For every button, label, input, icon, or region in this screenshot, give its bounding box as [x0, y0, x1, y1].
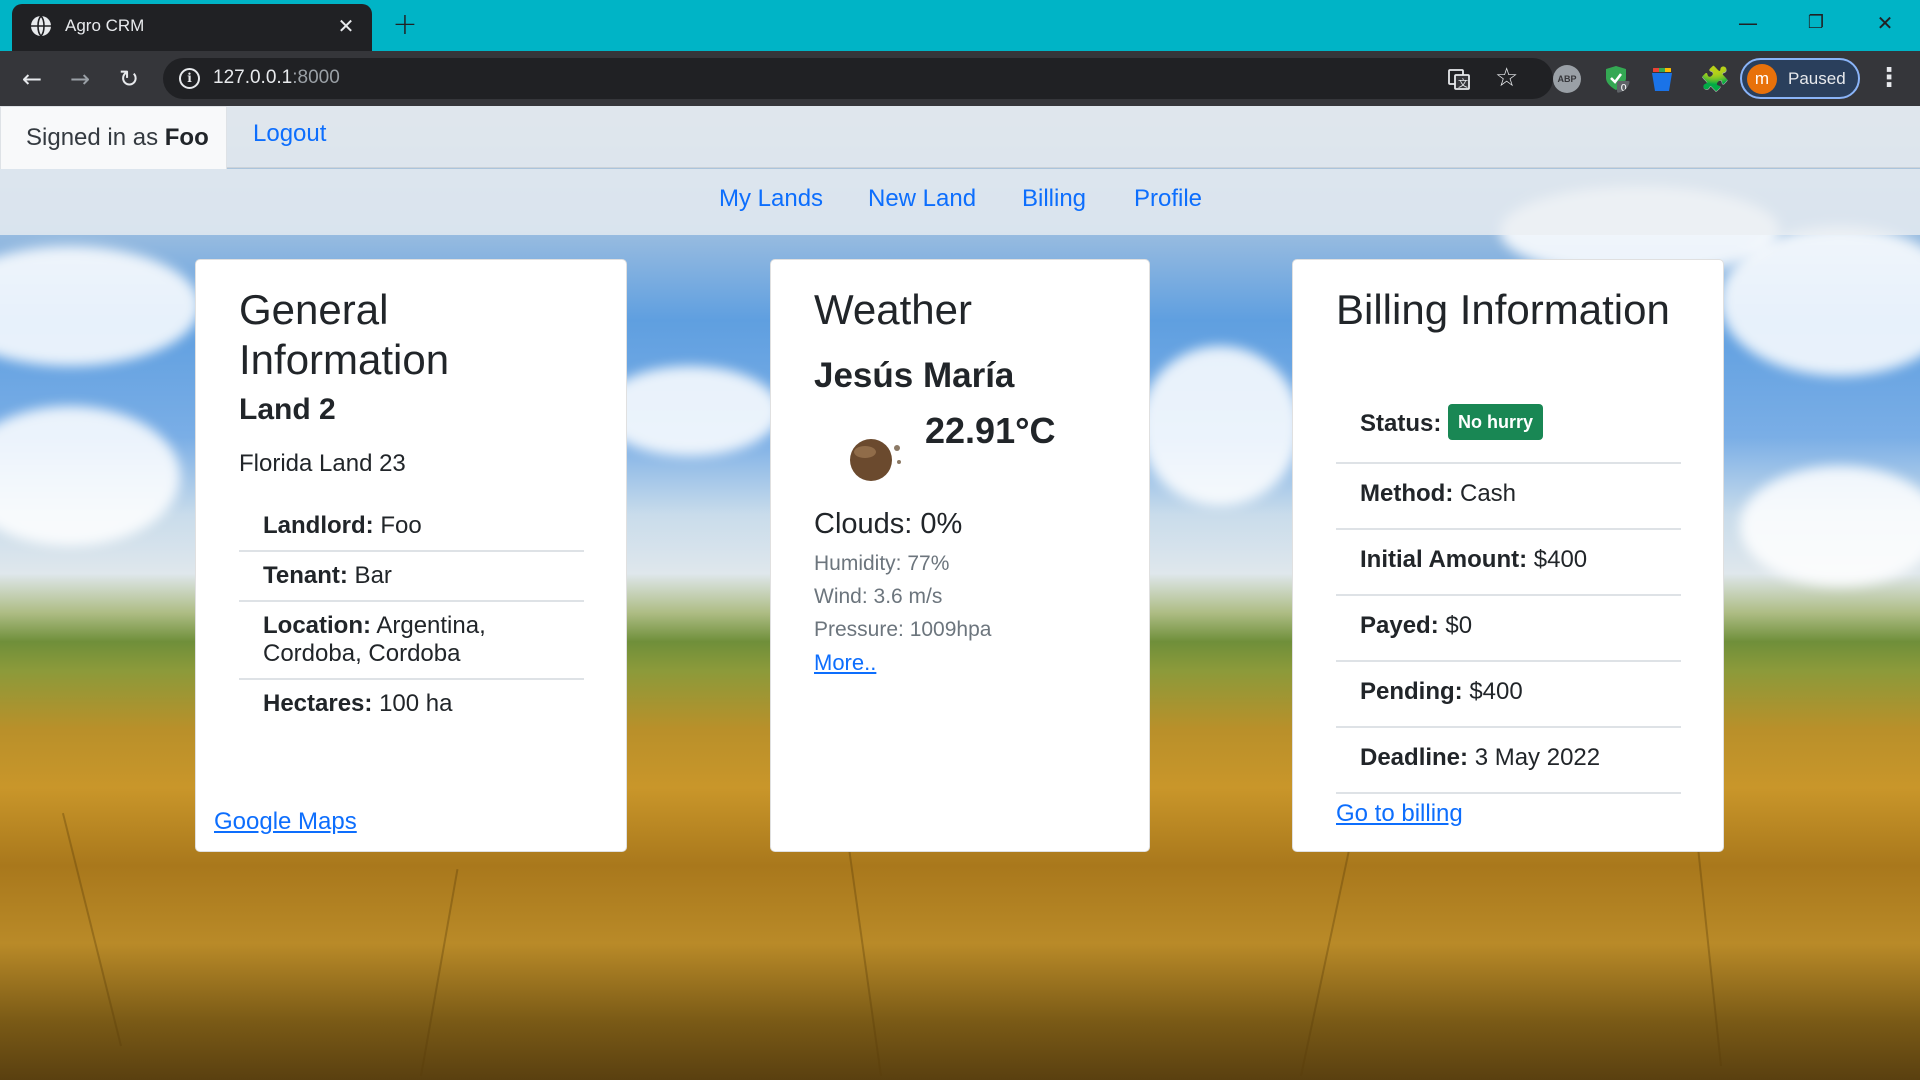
- nav-new-land[interactable]: New Land: [868, 185, 976, 213]
- temperature: 22.91°C: [925, 410, 1056, 451]
- humidity: Humidity: 77%: [814, 552, 950, 575]
- svg-text:0: 0: [1621, 83, 1627, 93]
- pressure: Pressure: 1009hpa: [814, 618, 992, 641]
- adblock-extension-icon[interactable]: ABP: [1553, 65, 1581, 93]
- hectares-row: Hectares: 100 ha: [263, 690, 453, 717]
- wind: Wind: 3.6 m/s: [814, 585, 943, 608]
- site-info-icon[interactable]: i: [179, 68, 200, 89]
- browser-tab[interactable]: Agro CRM ✕: [12, 4, 372, 51]
- main-nav: My Lands New Land Billing Profile: [0, 169, 1920, 235]
- tab-title: Agro CRM: [65, 16, 145, 35]
- tenant-row: Tenant: Bar: [239, 552, 584, 602]
- browser-tab-strip: Agro CRM ✕ + — ❐ ✕: [0, 0, 1920, 51]
- billing-information-heading: Billing Information: [1336, 286, 1670, 333]
- new-tab-plus-icon[interactable]: +: [390, 10, 420, 40]
- browser-toolbar: ← → ↻ i 127.0.0.1:8000 文 ☆ ABP 0 🧩 m Pau…: [0, 51, 1920, 106]
- logout-link[interactable]: Logout: [253, 120, 326, 148]
- land-description: Florida Land 23: [239, 450, 406, 477]
- reload-icon[interactable]: ↻: [113, 63, 145, 95]
- clouds: Clouds: 0%: [814, 508, 963, 540]
- bucket-extension-icon[interactable]: [1648, 65, 1676, 93]
- background-wheat: [1300, 831, 1354, 1077]
- method-row: Method: Cash: [1336, 464, 1681, 530]
- background-cloud: [1140, 346, 1300, 506]
- weather-card: Weather Jesús María 22.91°C Clouds: 0% H…: [770, 259, 1150, 852]
- nav-billing[interactable]: Billing: [1022, 185, 1086, 213]
- bookmark-star-icon[interactable]: ☆: [1495, 63, 1518, 93]
- translate-icon[interactable]: 文: [1447, 67, 1471, 91]
- weather-city: Jesús María: [814, 356, 1015, 395]
- page-viewport: Signed in as Foo Logout My Lands New Lan…: [0, 106, 1920, 1080]
- minimize-icon[interactable]: —: [1733, 8, 1763, 38]
- general-information-card: General Information Land 2 Florida Land …: [195, 259, 627, 852]
- general-information-heading: General Information: [239, 286, 450, 383]
- general-details-list: Landlord: Foo Tenant: Bar Location: Arge…: [239, 502, 584, 728]
- background-cloud: [1740, 466, 1920, 586]
- extensions-puzzle-icon[interactable]: 🧩: [1700, 65, 1730, 93]
- location-row: Location: Argentina, Cordoba, Cordoba: [239, 602, 584, 680]
- weather-more-link[interactable]: More..: [814, 650, 876, 676]
- pending-row: Pending: $400: [1336, 662, 1681, 728]
- billing-information-card: Billing Information Status: No hurry Met…: [1292, 259, 1724, 852]
- initial-amount-row: Initial Amount: $400: [1336, 530, 1681, 596]
- username: Foo: [164, 124, 209, 151]
- background-cloud: [600, 366, 780, 456]
- billing-details-list: Status: No hurry Method: Cash Initial Am…: [1336, 392, 1681, 794]
- shield-check-extension-icon[interactable]: 0: [1602, 65, 1630, 93]
- payed-row: Payed: $0: [1336, 596, 1681, 662]
- background-cloud: [0, 406, 180, 546]
- go-to-billing-link[interactable]: Go to billing: [1336, 800, 1463, 828]
- background-wheat: [847, 848, 882, 1077]
- landlord-row: Landlord: Foo: [239, 502, 584, 552]
- forward-arrow-icon[interactable]: →: [64, 63, 96, 95]
- background-wheat: [61, 812, 122, 1047]
- profile-button[interactable]: m Paused: [1740, 58, 1860, 99]
- deadline-row: Deadline: 3 May 2022: [1336, 728, 1681, 794]
- restore-icon[interactable]: ❐: [1801, 8, 1831, 38]
- close-icon[interactable]: ✕: [334, 14, 358, 38]
- address-bar[interactable]: i 127.0.0.1:8000 文 ☆: [163, 58, 1553, 99]
- signed-in-tab: Signed in as Foo: [0, 106, 227, 169]
- top-navbar: Signed in as Foo Logout: [0, 106, 1920, 169]
- avatar: m: [1747, 64, 1777, 94]
- window-close-icon[interactable]: ✕: [1870, 8, 1900, 38]
- google-maps-link[interactable]: Google Maps: [214, 808, 357, 836]
- back-arrow-icon[interactable]: ←: [16, 63, 48, 95]
- globe-icon: [31, 15, 51, 37]
- more-menu-icon[interactable]: ⋮: [1876, 63, 1902, 95]
- svg-text:文: 文: [1458, 77, 1468, 90]
- land-name: Land 2: [239, 393, 336, 426]
- status-row: Status: No hurry: [1336, 392, 1681, 464]
- profile-status: Paused: [1788, 69, 1846, 88]
- weather-condition-icon: [850, 439, 901, 481]
- background-wheat: [420, 869, 459, 1077]
- url-text[interactable]: 127.0.0.1:8000: [213, 67, 340, 89]
- background-cloud: [0, 246, 200, 366]
- weather-heading: Weather: [814, 286, 972, 333]
- nav-profile[interactable]: Profile: [1134, 185, 1202, 213]
- status-badge: No hurry: [1448, 404, 1544, 440]
- nav-my-lands[interactable]: My Lands: [719, 185, 823, 213]
